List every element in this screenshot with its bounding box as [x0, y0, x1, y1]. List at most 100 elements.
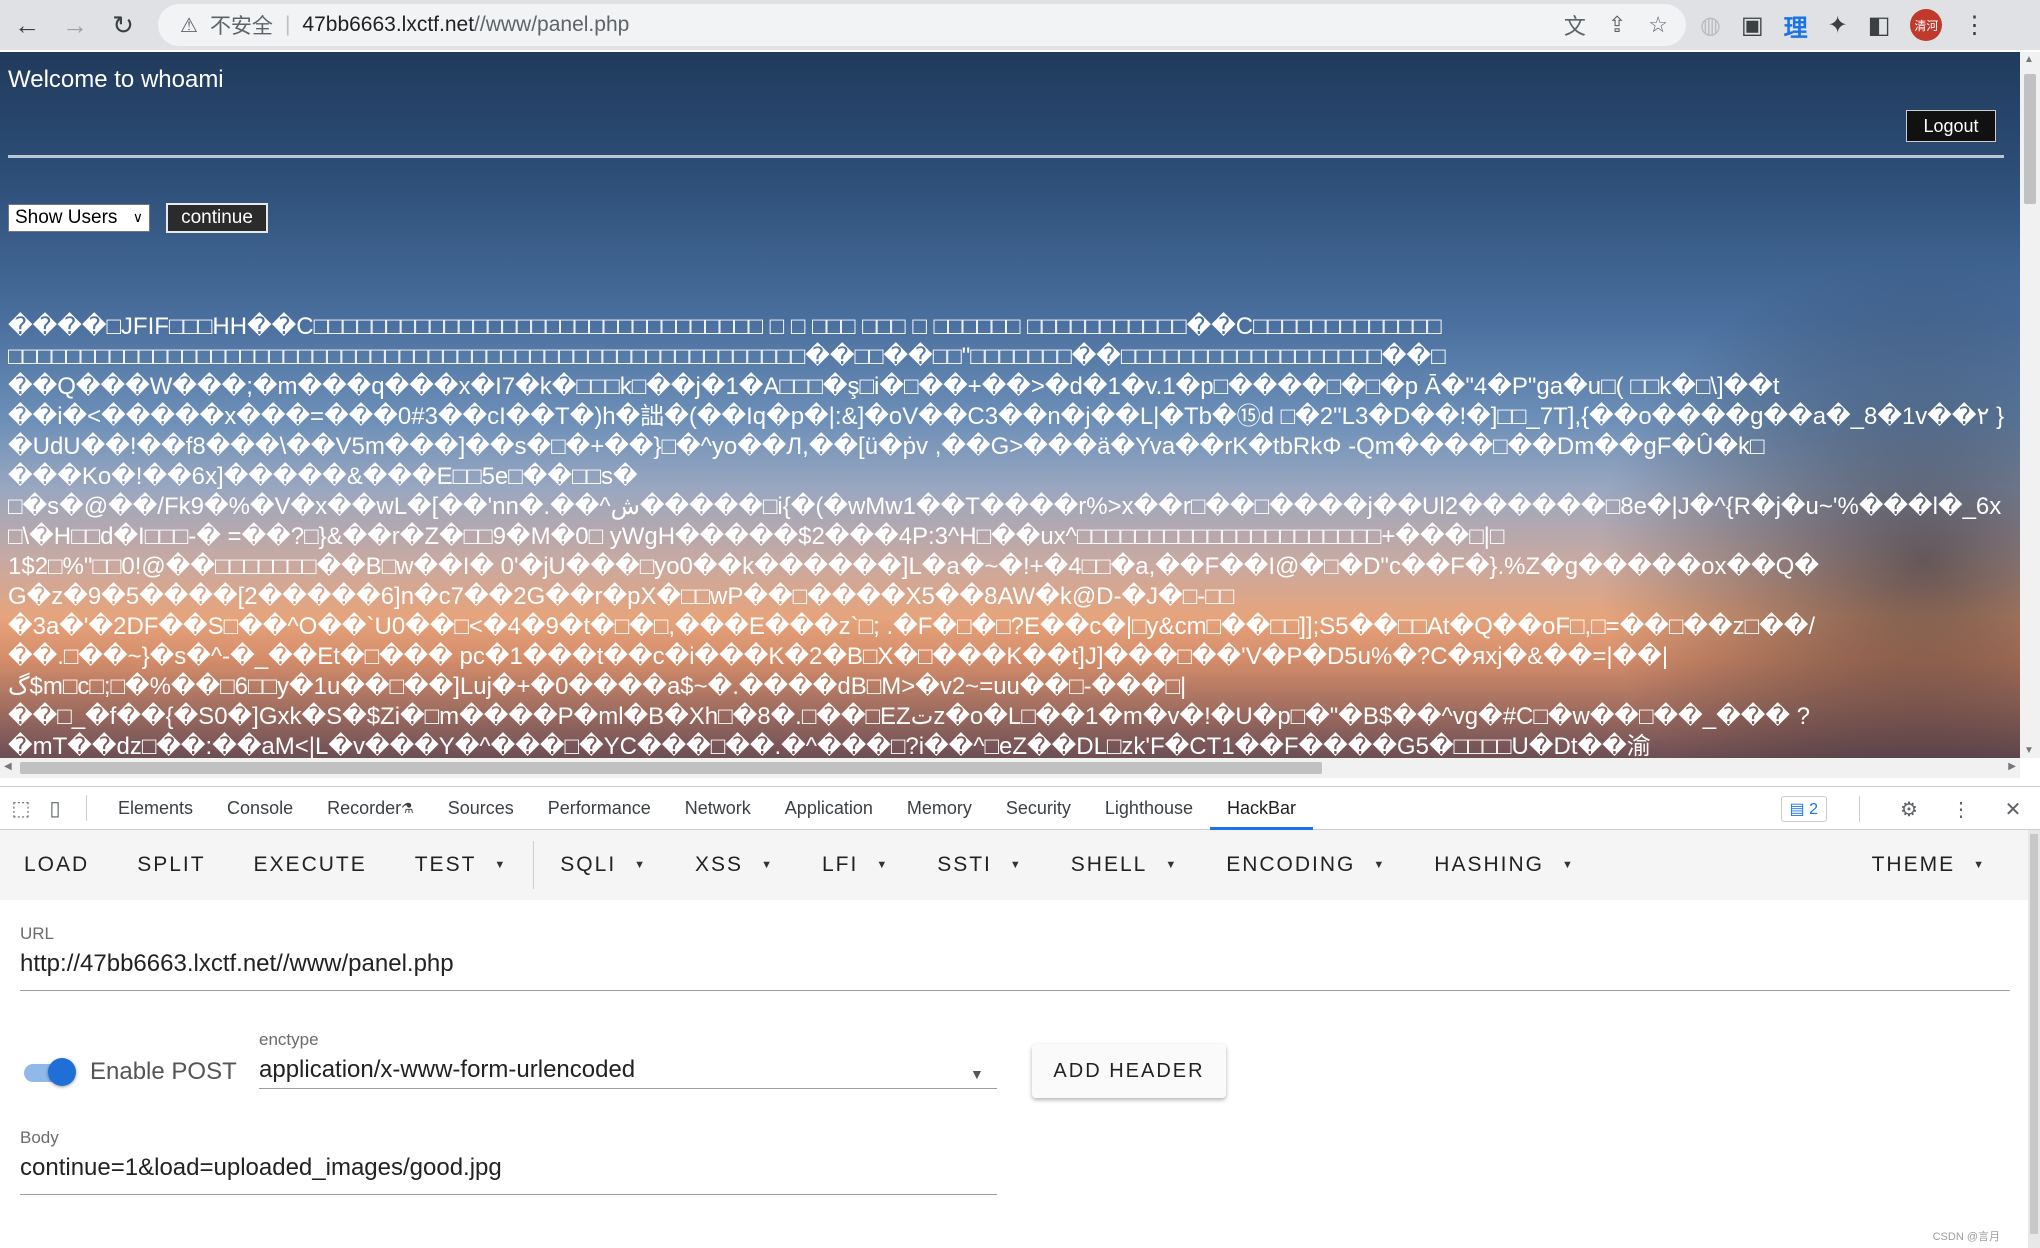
- avatar[interactable]: 清河: [1910, 9, 1943, 41]
- toolbar-button-label: SQLI: [560, 853, 617, 876]
- enctype-underline: [259, 1088, 997, 1089]
- issues-badge[interactable]: ▤ 2: [1780, 796, 1827, 822]
- test-button[interactable]: TEST ▼: [391, 853, 532, 877]
- dropdown-caret-icon: ▼: [1009, 859, 1023, 871]
- dropdown-caret-icon: ▼: [1561, 859, 1575, 871]
- browser-toolbar: ← → ↻ ⚠ 不安全 | 47bb6663.lxctf.net//www/pa…: [0, 0, 2040, 50]
- share-icon[interactable]: ⇪: [1608, 12, 1626, 38]
- tab-lighthouse[interactable]: Lighthouse: [1088, 786, 1210, 830]
- toolbar-button-label: LOAD: [24, 853, 90, 876]
- load-button[interactable]: LOAD: [0, 853, 113, 877]
- shell-button[interactable]: SHELL ▼: [1047, 853, 1202, 877]
- scroll-down-icon[interactable]: ▼: [2024, 745, 2034, 756]
- tab-separator: [86, 795, 87, 821]
- tab-performance[interactable]: Performance: [531, 786, 668, 830]
- tab-security[interactable]: Security: [989, 786, 1088, 830]
- body-field[interactable]: continue=1&load=uploaded_images/good.jpg: [20, 1154, 502, 1182]
- ssti-button[interactable]: SSTI ▼: [913, 853, 1047, 877]
- toolbar-button-label: ENCODING: [1226, 853, 1356, 876]
- bookmark-star-icon[interactable]: ☆: [1648, 12, 1668, 38]
- binary-line: ��i�<�����x���=���0#3��cI��T�)h�詘�(��Iq�…: [8, 403, 2005, 430]
- add-header-button[interactable]: ADD HEADER: [1032, 1044, 1226, 1098]
- kebab-menu-icon[interactable]: ⋮: [1944, 797, 1978, 822]
- dropdown-arrow-icon[interactable]: ▼: [970, 1066, 984, 1082]
- binary-line: �mT��dz□��:��aM<|L�v���Y�^���□�YC���□��.…: [8, 733, 1651, 758]
- hashing-button[interactable]: HASHING ▼: [1410, 853, 1599, 877]
- split-button[interactable]: SPLIT: [113, 853, 229, 877]
- side-panel-icon[interactable]: ◧: [1868, 11, 1891, 40]
- action-select[interactable]: Show Users ∨: [8, 204, 150, 232]
- binary-line: ���Ko�!��6x]�����&���E□□5e□��□□s�: [8, 463, 638, 490]
- tab-console[interactable]: Console: [210, 786, 310, 830]
- scrollbar-thumb[interactable]: [20, 762, 1322, 774]
- tab-label: Sources: [447, 797, 514, 818]
- tab-elements[interactable]: Elements: [101, 786, 210, 830]
- binary-output: ����□JFIF□□□HH��C□□□□□□□□□□□□□□□□□□□□□□□…: [8, 312, 2018, 758]
- toolbar-button-label: HASHING: [1434, 853, 1544, 876]
- inspect-element-icon[interactable]: ⬚: [4, 796, 38, 821]
- tab-hackbar[interactable]: HackBar: [1209, 786, 1314, 830]
- tab-memory[interactable]: Memory: [890, 786, 989, 830]
- logout-button[interactable]: Logout: [1906, 110, 1996, 142]
- execute-button[interactable]: EXECUTE: [230, 853, 391, 877]
- binary-line: ����□JFIF□□□HH��C□□□□□□□□□□□□□□□□□□□□□□□…: [8, 313, 1442, 340]
- toolbar-button-label: XSS: [695, 853, 744, 876]
- forward-arrow-icon[interactable]: →: [54, 4, 96, 46]
- close-icon[interactable]: ✕: [1996, 797, 2030, 822]
- toolbar-button-label: THEME: [1871, 853, 1956, 876]
- devtools-scrollbar[interactable]: [2028, 830, 2040, 1248]
- url-path: //www/panel.php: [474, 13, 630, 36]
- tab-label: Memory: [906, 797, 972, 818]
- lfi-button[interactable]: LFI ▼: [798, 853, 913, 877]
- puzzle-icon[interactable]: ✦: [1828, 11, 1848, 40]
- page-horizontal-scrollbar[interactable]: ◀ ▶: [0, 758, 2020, 778]
- translate-icon[interactable]: 文: [1564, 9, 1586, 41]
- tab-application[interactable]: Application: [768, 786, 890, 830]
- toolbar-button-label: SHELL: [1070, 853, 1148, 876]
- enable-post-toggle[interactable]: [22, 1056, 78, 1086]
- devtools-tabbar: ⬚ ▯ Elements Console Recorder ⚗ Sources Perf…: [0, 786, 2040, 830]
- gear-icon[interactable]: ⚙: [1892, 797, 1926, 822]
- reload-icon[interactable]: ↻: [102, 4, 144, 46]
- back-arrow-icon[interactable]: ←: [6, 4, 48, 46]
- url-field[interactable]: http://47bb6663.lxctf.net//www/panel.php: [20, 950, 454, 978]
- action-select-value: Show Users: [15, 207, 118, 228]
- toggle-knob: [48, 1058, 76, 1086]
- xss-button[interactable]: XSS ▼: [671, 853, 798, 877]
- sqli-button[interactable]: SQLI ▼: [536, 853, 671, 877]
- toolbar-button-label: LFI: [821, 853, 859, 876]
- enctype-select[interactable]: application/x-www-form-urlencoded: [259, 1056, 635, 1084]
- tab-sources[interactable]: Sources: [431, 786, 531, 830]
- extension-mask-icon[interactable]: ▣: [1741, 11, 1764, 40]
- tab-label: Network: [684, 797, 751, 818]
- scrollbar-thumb[interactable]: [2024, 74, 2036, 204]
- chevron-down-icon: ∨: [132, 209, 143, 225]
- extension-li-icon[interactable]: 理: [1784, 8, 1808, 43]
- dropdown-caret-icon: ▼: [1165, 859, 1179, 871]
- scroll-left-icon[interactable]: ◀: [4, 761, 12, 772]
- scroll-up-icon[interactable]: ▲: [2024, 54, 2034, 65]
- flask-icon: ⚗: [401, 799, 414, 816]
- scrollbar-thumb[interactable]: [2030, 834, 2038, 1234]
- tab-recorder[interactable]: Recorder ⚗: [310, 786, 431, 830]
- device-toolbar-icon[interactable]: ▯: [38, 796, 72, 821]
- page-vertical-scrollbar[interactable]: ▲ ▼: [2020, 52, 2040, 758]
- dropdown-caret-icon: ▼: [761, 859, 774, 871]
- tab-network[interactable]: Network: [668, 786, 768, 830]
- toolbar-button-label: TEST: [414, 853, 477, 876]
- binary-line: ��□_�f��{�S0�]Gxk�S�$Zi�□m����P�ml�B�Xh□…: [8, 703, 1810, 730]
- extension-grey-icon[interactable]: ◍: [1700, 11, 1721, 40]
- kebab-menu-icon[interactable]: ⋮: [1962, 11, 1986, 40]
- encoding-button[interactable]: ENCODING ▼: [1202, 853, 1410, 877]
- toolbar-separator: [533, 841, 535, 889]
- theme-button[interactable]: THEME ▼: [1848, 853, 2010, 877]
- scroll-right-icon[interactable]: ▶: [2008, 761, 2016, 772]
- dropdown-caret-icon: ▼: [876, 859, 890, 871]
- continue-button[interactable]: continue: [166, 203, 268, 233]
- enable-post-label: Enable POST: [90, 1058, 237, 1085]
- address-bar[interactable]: ⚠ 不安全 | 47bb6663.lxctf.net//www/panel.ph…: [158, 4, 1686, 46]
- binary-line: G�z�9�5����[2�����6]n�c7��2G��r�pX�□□wP�…: [8, 583, 1235, 610]
- url-field-label: URL: [20, 924, 55, 943]
- body-field-label: Body: [20, 1128, 59, 1147]
- binary-line: □�s�@��/Fk9�%�V�x��wL�[��'nn�.��^ش�����□…: [8, 493, 2002, 520]
